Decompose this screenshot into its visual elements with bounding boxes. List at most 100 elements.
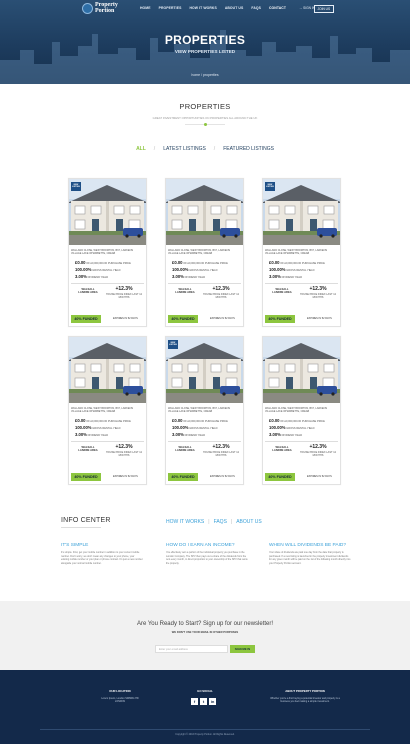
filter-latest-listings[interactable]: LATEST LISTINGS (163, 146, 206, 152)
newsletter-submit-button[interactable]: SIGN ME IN (230, 645, 255, 653)
property-photo[interactable] (166, 179, 243, 245)
card-divider (265, 283, 338, 284)
property-address[interactable]: WALLAND CLOSE, WEST BROMTON, B67, LARKEN… (265, 249, 338, 255)
newsletter-email-input[interactable]: Enter your email address (155, 645, 228, 653)
share-row: 100.00% GROSS RENTAL YIELD (172, 267, 217, 272)
linkedin-icon[interactable]: in (209, 698, 216, 705)
section-divider-dot (204, 123, 207, 126)
expiry-text: EXPIRES IN 52 DAYS (113, 317, 138, 320)
dividend-row: 3.00% DIVIDEND YIELD (269, 432, 302, 437)
nav-item-how-it-works[interactable]: HOW IT WORKS (189, 6, 216, 10)
dividend-row: 3.00% DIVIDEND YIELD (75, 432, 108, 437)
info-heading-earn[interactable]: HOW DO I EARN AN INCOME? (166, 543, 235, 548)
share-label: GROSS RENTAL YIELD (92, 269, 121, 272)
breadcrumb[interactable]: home / properties (0, 73, 410, 77)
property-card[interactable]: NEW LISTING WALLAND CLOSE, WEST BROMTON, … (68, 178, 147, 327)
property-address[interactable]: WALLAND CLOSE, WEST BROMTON, B67, LARKEN… (168, 249, 241, 255)
expiry-text: EXPIRES IN 52 DAYS (307, 317, 332, 320)
sign-in-link[interactable]: → SIGN IN (299, 6, 315, 10)
facebook-icon[interactable]: f (191, 698, 198, 705)
property-address[interactable]: WALLAND CLOSE, WEST BROMTON, B67, LARKEN… (168, 407, 241, 413)
card-footer: 40% FUNDED EXPIRES IN 52 DAYS (69, 473, 146, 482)
growth-value: +12.3% (115, 286, 133, 292)
filter-featured-listings[interactable]: FEATURED LISTINGS (223, 146, 274, 152)
filter-all[interactable]: ALL (136, 146, 146, 152)
card-divider (168, 441, 241, 442)
property-address[interactable]: WALLAND CLOSE, WEST BROMTON, B67, LARKEN… (265, 407, 338, 413)
price-row: £0.00 OF £0,000,000.00 PURCHASE PRICE (75, 418, 131, 423)
price-value: £0.00 (75, 260, 86, 265)
property-card[interactable]: WALLAND CLOSE, WEST BROMTON, B67, LARKEN… (68, 336, 147, 485)
nav-item-properties[interactable]: PROPERTIES (159, 6, 182, 10)
nav-item-faqs[interactable]: FAQS (251, 6, 261, 10)
dividend-row: 3.00% DIVIDEND YIELD (269, 274, 302, 279)
info-link-how-it-works[interactable]: HOW IT WORKS (166, 519, 204, 525)
new-listing-badge: NEW LISTING (71, 182, 81, 191)
growth-label: HOUSE PRICE INDEX LAST 12 MONTHS (203, 293, 239, 299)
price-row: £0.00 OF £0,000,000.00 PURCHASE PRICE (75, 260, 131, 265)
section-title: PROPERTIES (179, 102, 231, 111)
location-label: WALSALL LANDRE AREA (175, 446, 195, 453)
logo-icon[interactable] (82, 3, 93, 14)
logo-wordmark[interactable]: Property Portion (95, 2, 135, 14)
growth-label: HOUSE PRICE INDEX LAST 12 MONTHS (300, 293, 336, 299)
card-footer: 40% FUNDED EXPIRES IN 52 DAYS (263, 473, 340, 482)
funded-badge: 40% FUNDED (71, 473, 101, 481)
card-divider (265, 441, 338, 442)
property-card[interactable]: WALLAND CLOSE, WEST BROMTON, B67, LARKEN… (165, 178, 244, 327)
nav-item-home[interactable]: HOME (140, 6, 151, 10)
twitter-icon[interactable]: t (200, 698, 207, 705)
property-card[interactable]: NEW LISTING WALLAND CLOSE, WEST BROMTON, … (165, 336, 244, 485)
growth-label: HOUSE PRICE INDEX LAST 12 MONTHS (106, 451, 142, 457)
share-value: 100.00% (269, 267, 286, 272)
property-card[interactable]: NEW LISTING WALLAND CLOSE, WEST BROMTON, … (262, 178, 341, 327)
price-row: £0.00 OF £0,000,000.00 PURCHASE PRICE (269, 260, 325, 265)
price-label: OF £0,000,000.00 PURCHASE PRICE (183, 262, 228, 265)
dividend-label: DIVIDEND YIELD (184, 276, 206, 279)
property-photo[interactable] (69, 337, 146, 403)
dividend-label: DIVIDEND YIELD (87, 276, 109, 279)
top-navigation: Property Portion HOME PROPERTIES HOW IT … (0, 0, 410, 18)
location-label: WALSALL LANDRE AREA (78, 288, 98, 295)
expiry-text: EXPIRES IN 52 DAYS (307, 475, 332, 478)
dividend-value: 3.00% (75, 432, 87, 437)
info-heading-dividends[interactable]: WHEN WILL DIVIDENDS BE PAID? (269, 543, 346, 548)
footer-social-heading: GO SOCIAL (197, 689, 213, 693)
dividend-row: 3.00% DIVIDEND YIELD (172, 274, 205, 279)
share-value: 100.00% (172, 425, 189, 430)
funded-badge: 40% FUNDED (168, 473, 198, 481)
listing-filters: ALL / LATEST LISTINGS / FEATURED LISTING… (0, 146, 410, 152)
filter-separator: / (213, 146, 216, 152)
info-links: HOW IT WORKS | FAQS | ABOUT US (166, 519, 262, 525)
price-row: £0.00 OF £0,000,000.00 PURCHASE PRICE (269, 418, 325, 423)
newsletter-subheading: WE DON'T USE YOUR EMAIL IN OTHER PURPOSE… (171, 631, 239, 634)
property-card[interactable]: WALLAND CLOSE, WEST BROMTON, B67, LARKEN… (262, 336, 341, 485)
share-label: GROSS RENTAL YIELD (189, 427, 218, 430)
property-photo[interactable] (263, 337, 340, 403)
dividend-label: DIVIDEND YIELD (184, 434, 206, 437)
info-link-about-us[interactable]: ABOUT US (236, 519, 261, 525)
join-us-button[interactable]: JOIN US (314, 4, 334, 13)
dividend-value: 3.00% (172, 432, 184, 437)
dividend-row: 3.00% DIVIDEND YIELD (172, 432, 205, 437)
growth-label: HOUSE PRICE INDEX LAST 12 MONTHS (106, 293, 142, 299)
expiry-text: EXPIRES IN 52 DAYS (113, 475, 138, 478)
info-link-faqs[interactable]: FAQS (214, 519, 227, 525)
footer-about-heading: ABOUT PROPERTY PORTION (285, 689, 325, 693)
info-heading-simple[interactable]: IT'S SIMPLE (61, 543, 88, 548)
section-subtitle: GREAT INVESTMENT OPPORTUNITIES ON PROPER… (152, 116, 258, 120)
price-value: £0.00 (172, 260, 183, 265)
price-value: £0.00 (269, 418, 280, 423)
price-row: £0.00 OF £0,000,000.00 PURCHASE PRICE (172, 418, 228, 423)
funded-badge: 40% FUNDED (265, 473, 295, 481)
nav-item-contact[interactable]: CONTACT (269, 6, 286, 10)
nav-item-about-us[interactable]: ABOUT US (225, 6, 244, 10)
property-address[interactable]: WALLAND CLOSE, WEST BROMTON, B67, LARKEN… (71, 407, 144, 413)
growth-label: HOUSE PRICE INDEX LAST 12 MONTHS (300, 451, 336, 457)
price-label: OF £0,000,000.00 PURCHASE PRICE (86, 262, 131, 265)
share-row: 100.00% GROSS RENTAL YIELD (269, 267, 314, 272)
dividend-row: 3.00% DIVIDEND YIELD (75, 274, 108, 279)
property-address[interactable]: WALLAND CLOSE, WEST BROMTON, B67, LARKEN… (71, 249, 144, 255)
share-label: GROSS RENTAL YIELD (286, 269, 315, 272)
dividend-label: DIVIDEND YIELD (281, 434, 303, 437)
